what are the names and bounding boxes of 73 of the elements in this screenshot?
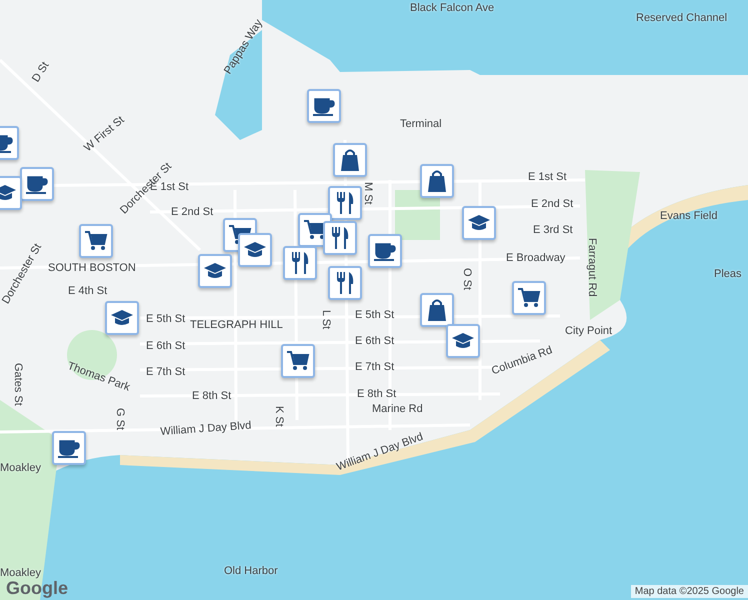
map-label: Marine Rd — [372, 403, 423, 415]
map-marker[interactable] — [368, 234, 402, 268]
map-label: Gates St — [12, 363, 24, 406]
map-label: K St — [273, 406, 285, 427]
map-label: O St — [461, 268, 473, 290]
map-label: E 6th St — [146, 340, 186, 352]
fork-knife-icon — [335, 191, 355, 215]
map-marker[interactable] — [20, 167, 54, 201]
map-label: E 1st St — [528, 171, 567, 183]
map-label: William J Day Blvd — [335, 430, 425, 474]
map-label: TELEGRAPH HILL — [190, 319, 283, 331]
map-label: E 3rd St — [533, 224, 573, 236]
map-label: Old Harbor — [224, 565, 278, 577]
map-marker[interactable] — [238, 233, 272, 267]
fork-knife-icon — [330, 226, 350, 250]
bag-icon — [339, 148, 361, 172]
map-label: Moakley — [0, 462, 41, 474]
map-label: E 8th St — [192, 390, 232, 402]
map-label: Black Falcon Ave — [410, 2, 494, 14]
map-label: William J Day Blvd — [160, 420, 252, 438]
map-marker[interactable] — [283, 246, 317, 280]
graduation-cap-icon — [467, 213, 491, 233]
bag-icon — [426, 298, 448, 322]
map-label: E Broadway — [506, 252, 566, 264]
map-marker[interactable] — [328, 186, 362, 220]
map-label: E 2nd St — [531, 198, 574, 210]
cart-icon — [286, 350, 310, 372]
map-label: W First St — [82, 114, 127, 154]
map-marker[interactable] — [307, 89, 341, 123]
graduation-cap-icon — [203, 261, 227, 281]
fork-knife-icon — [335, 271, 355, 295]
map-label: E 2nd St — [171, 206, 214, 218]
map-label: M St — [362, 182, 374, 205]
map-marker[interactable] — [79, 224, 113, 258]
map-label: Farragut Rd — [586, 238, 598, 297]
map-marker[interactable] — [323, 221, 357, 255]
map-marker[interactable] — [328, 266, 362, 300]
graduation-cap-icon — [451, 331, 475, 351]
map-marker[interactable] — [420, 164, 454, 198]
map-marker[interactable] — [281, 344, 315, 378]
map-label: SOUTH BOSTON — [48, 262, 136, 274]
map-attribution: Map data ©2025 Google — [630, 585, 748, 598]
map-marker[interactable] — [333, 143, 367, 177]
map-label: D St — [30, 60, 52, 84]
cart-icon — [84, 230, 108, 252]
map-marker[interactable] — [105, 301, 139, 335]
google-logo: Google — [6, 578, 68, 599]
map-label: Pleas — [714, 268, 742, 280]
map-label: E 4th St — [68, 285, 108, 297]
graduation-cap-icon — [243, 240, 267, 260]
map-label: E 7th St — [355, 361, 394, 373]
map-label: E 7th St — [146, 366, 186, 378]
map-label: Terminal — [400, 118, 442, 130]
map-label: Reserved Channel — [636, 12, 728, 24]
map-label: L St — [320, 310, 332, 330]
map-marker[interactable] — [52, 431, 86, 465]
map-label: G St — [114, 408, 126, 430]
bag-icon — [426, 169, 448, 193]
map-label: Moakley — [0, 567, 41, 579]
map-label: E 5th St — [146, 313, 186, 325]
graduation-cap-icon — [110, 308, 134, 328]
map-marker[interactable] — [512, 281, 546, 315]
map-marker[interactable] — [420, 293, 454, 327]
graduation-cap-icon — [0, 183, 17, 203]
map-marker[interactable] — [446, 324, 480, 358]
map-marker[interactable] — [198, 254, 232, 288]
map-label: E 5th St — [355, 309, 394, 321]
map-label: E 8th St — [357, 388, 396, 400]
map-marker[interactable] — [462, 206, 496, 240]
map-label: E 6th St — [355, 335, 394, 347]
map-label: City Point — [565, 325, 612, 337]
cart-icon — [517, 287, 541, 309]
fork-knife-icon — [290, 251, 310, 275]
